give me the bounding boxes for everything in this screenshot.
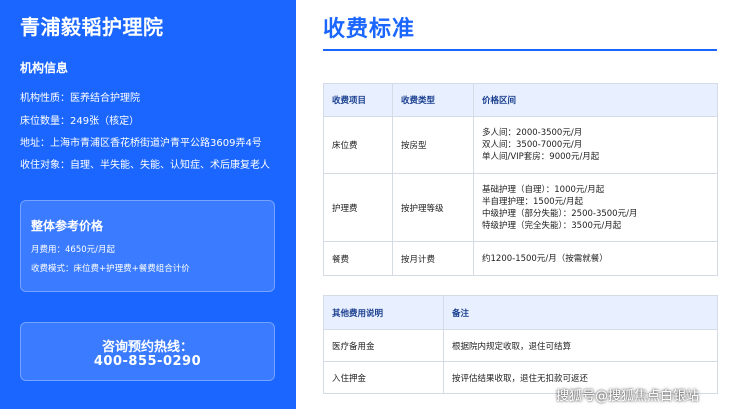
other-table-header: 其他费用说明 备注 xyxy=(323,295,718,330)
other-fees-table: 其他费用说明 备注 医疗备用金 根据院内规定收取，退住可结算 入住押金 按评估结… xyxy=(323,295,718,394)
fee-table: 收费项目 收费类型 价格区间 床位费 按房型 多人间：2000-3500元/月 … xyxy=(323,83,718,276)
other-header-note: 备注 xyxy=(443,295,718,330)
price-line: 双人间：3500-7000元/月 xyxy=(482,140,583,150)
other-note: 根据院内规定收取，退住可结算 xyxy=(443,329,718,362)
fee-item: 护理费 xyxy=(323,173,393,242)
fee-prices: 多人间：2000-3500元/月 双人间：3500-7000元/月 单人间/VI… xyxy=(473,116,718,174)
info-targets: 收住对象：自理、半失能、失能、认知症、术后康复老人 xyxy=(20,160,270,171)
price-line: 中级护理（部分失能）：2500-3500元/月 xyxy=(482,208,638,219)
other-header-item: 其他费用说明 xyxy=(323,295,444,330)
info-nature: 机构性质：医养结合护理院 xyxy=(20,93,140,104)
fee-prices: 基础护理（自理）：1000元/月起 半自理护理：1500元/月起 中级护理（部分… xyxy=(473,173,718,242)
fee-table-header: 收费项目 收费类型 价格区间 xyxy=(323,83,718,117)
fee-type: 按房型 xyxy=(392,116,474,174)
fee-header-type: 收费类型 xyxy=(392,83,474,117)
table-row: 餐费 按月计费 约1200-1500元/月（按需就餐） xyxy=(323,241,718,276)
price-line: 约1200-1500元/月（按需就餐） xyxy=(482,253,608,264)
price-line: 半自理护理：1500元/月起 xyxy=(482,196,583,207)
brand-title: 青浦毅韬护理院 xyxy=(20,15,164,39)
fee-header-item: 收费项目 xyxy=(323,83,393,117)
table-row: 护理费 按护理等级 基础护理（自理）：1000元/月起 半自理护理：1500元/… xyxy=(323,173,718,242)
price-line: 单人间/VIP套房：9000元/月起 xyxy=(482,152,600,162)
info-beds: 床位数量：249张（核定） xyxy=(20,116,140,127)
price-card: 整体参考价格 月费用：4650元/月起 收费模式：床位费+护理费+餐费组合计价 xyxy=(20,200,275,292)
fee-item: 床位费 xyxy=(323,116,393,174)
table-row: 床位费 按房型 多人间：2000-3500元/月 双人间：3500-7000元/… xyxy=(323,116,718,174)
price-line: 多人间：2000-3500元/月 xyxy=(482,128,583,138)
hotline-label: 咨询预约热线： xyxy=(101,340,193,355)
fee-type: 按月计费 xyxy=(392,241,474,276)
fee-type: 按护理等级 xyxy=(392,173,474,242)
price-monthly: 月费用：4650元/月起 xyxy=(31,245,115,255)
price-line: 基础护理（自理）：1000元/月起 xyxy=(482,184,605,195)
price-line: 特级护理（完全失能）：3500元/月起 xyxy=(482,220,622,231)
info-section-title: 机构信息 xyxy=(20,61,69,75)
fee-item: 餐费 xyxy=(323,241,393,276)
fee-header-price: 价格区间 xyxy=(473,83,718,117)
price-card-title: 整体参考价格 xyxy=(31,219,104,233)
info-address: 地址：上海市青浦区香花桥街道沪青平公路3609弄4号 xyxy=(20,138,262,149)
fee-prices: 约1200-1500元/月（按需就餐） xyxy=(473,241,718,276)
hotline-box[interactable]: 咨询预约热线： 400-855-0290 xyxy=(20,322,275,381)
hotline-number[interactable]: 400-855-0290 xyxy=(21,354,274,369)
section-heading: 收费标准 xyxy=(323,17,416,42)
other-item: 医疗备用金 xyxy=(323,329,444,362)
other-item: 入住押金 xyxy=(323,361,444,394)
heading-underline xyxy=(323,49,717,51)
price-mode: 收费模式：床位费+护理费+餐费组合计价 xyxy=(31,264,190,274)
watermark: 搜狐号@搜狐焦点白银站 xyxy=(556,389,700,404)
table-row: 医疗备用金 根据院内规定收取，退住可结算 xyxy=(323,329,718,362)
left-panel: 青浦毅韬护理院 机构信息 机构性质：医养结合护理院 床位数量：249张（核定） … xyxy=(0,0,296,409)
